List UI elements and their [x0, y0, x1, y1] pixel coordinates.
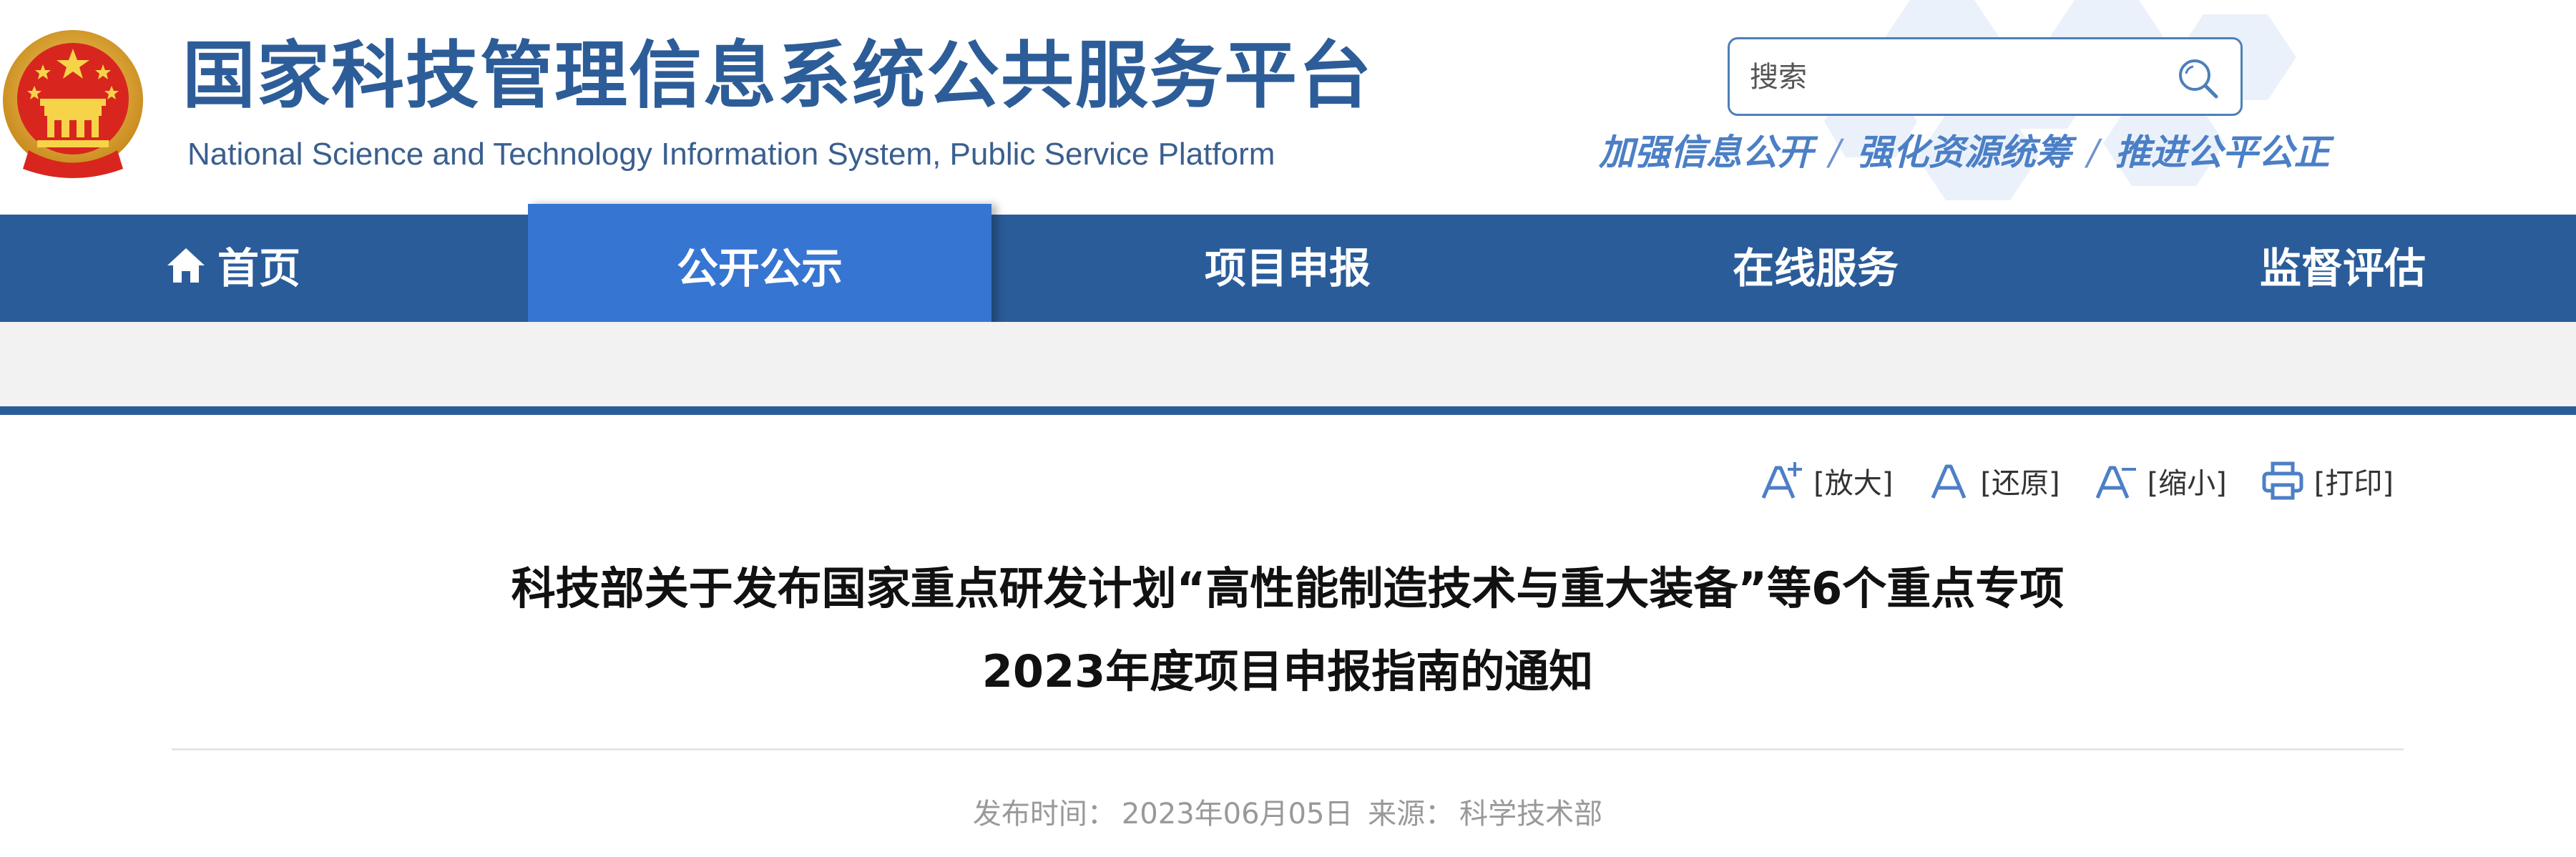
restore-font-button[interactable]: [还原]	[1926, 458, 2060, 504]
source-label: 来源：	[1368, 798, 1454, 831]
printer-icon	[2262, 461, 2303, 500]
national-emblem-logo	[3, 30, 143, 178]
restore-label: [还原]	[1980, 467, 2060, 500]
publish-date-label: 发布时间：	[972, 798, 1116, 831]
slogan-part: 加强信息公开	[1599, 131, 1813, 173]
publish-date: 2023年06月05日	[1121, 798, 1353, 831]
site-header: 国家科技管理信息系统公共服务平台 National Science and Te…	[0, 0, 2576, 215]
search-input[interactable]	[1750, 52, 2150, 102]
nav-item-label: 监督评估	[2259, 244, 2426, 293]
slogan-part: 强化资源统筹	[1856, 131, 2072, 173]
shrink-font-button[interactable]: [缩小]	[2093, 458, 2227, 504]
nav-item-label: 项目申报	[1204, 244, 1371, 293]
nav-item-home[interactable]: 首页	[107, 215, 358, 322]
home-icon	[167, 248, 205, 283]
nav-item-online-services[interactable]: 在线服务	[1630, 215, 2002, 322]
enlarge-label: [放大]	[1813, 467, 1894, 500]
slogan: 加强信息公开 / 强化资源统筹 / 推进公平公正	[1599, 126, 2386, 179]
nav-item-label: 公开公示	[676, 244, 843, 293]
main-navigation: 首页 公开公示 项目申报 在线服务 监督评估	[0, 204, 2576, 333]
article-title-line: 2023年度项目申报指南的通知	[981, 645, 1594, 697]
font-tools: [放大] [还原] [缩小] [打印]	[1759, 458, 2394, 504]
article-title-line: 科技部关于发布国家重点研发计划“高性能制造技术与重大装备”等6个重点专项	[511, 562, 2065, 614]
nav-item-public-notice[interactable]: 公开公示	[528, 204, 991, 333]
nav-item-project-application[interactable]: 项目申报	[1102, 215, 1474, 322]
site-subtitle-english: National Science and Technology Informat…	[187, 137, 1275, 172]
enlarge-font-button[interactable]: [放大]	[1759, 458, 1893, 504]
nav-item-supervision-evaluation[interactable]: 监督评估	[2157, 215, 2529, 322]
header-divider	[0, 406, 2576, 415]
search-box	[1728, 37, 2243, 116]
slogan-part: 推进公平公正	[2115, 131, 2330, 173]
print-label: [打印]	[2313, 467, 2394, 500]
slogan-separator: /	[2087, 132, 2100, 173]
shrink-label: [缩小]	[2147, 467, 2227, 500]
print-button[interactable]: [打印]	[2260, 458, 2394, 504]
article-title: 科技部关于发布国家重点研发计划“高性能制造技术与重大装备”等6个重点专项 202…	[172, 547, 2404, 713]
title-divider	[172, 748, 2404, 750]
site-title: 国家科技管理信息系统公共服务平台	[182, 34, 1373, 119]
article-meta: 发布时间： 2023年06月05日 来源： 科学技术部	[172, 793, 2404, 836]
nav-item-label: 在线服务	[1732, 244, 1899, 293]
nav-item-label: 首页	[217, 244, 300, 293]
font-enlarge-icon	[1761, 462, 1803, 499]
font-shrink-icon	[2095, 466, 2136, 499]
font-restore-icon	[1931, 464, 1967, 499]
search-icon[interactable]	[2173, 54, 2223, 104]
source-value: 科学技术部	[1459, 798, 1603, 831]
secondary-bar	[0, 322, 2576, 406]
slogan-separator: /	[1829, 132, 1841, 173]
